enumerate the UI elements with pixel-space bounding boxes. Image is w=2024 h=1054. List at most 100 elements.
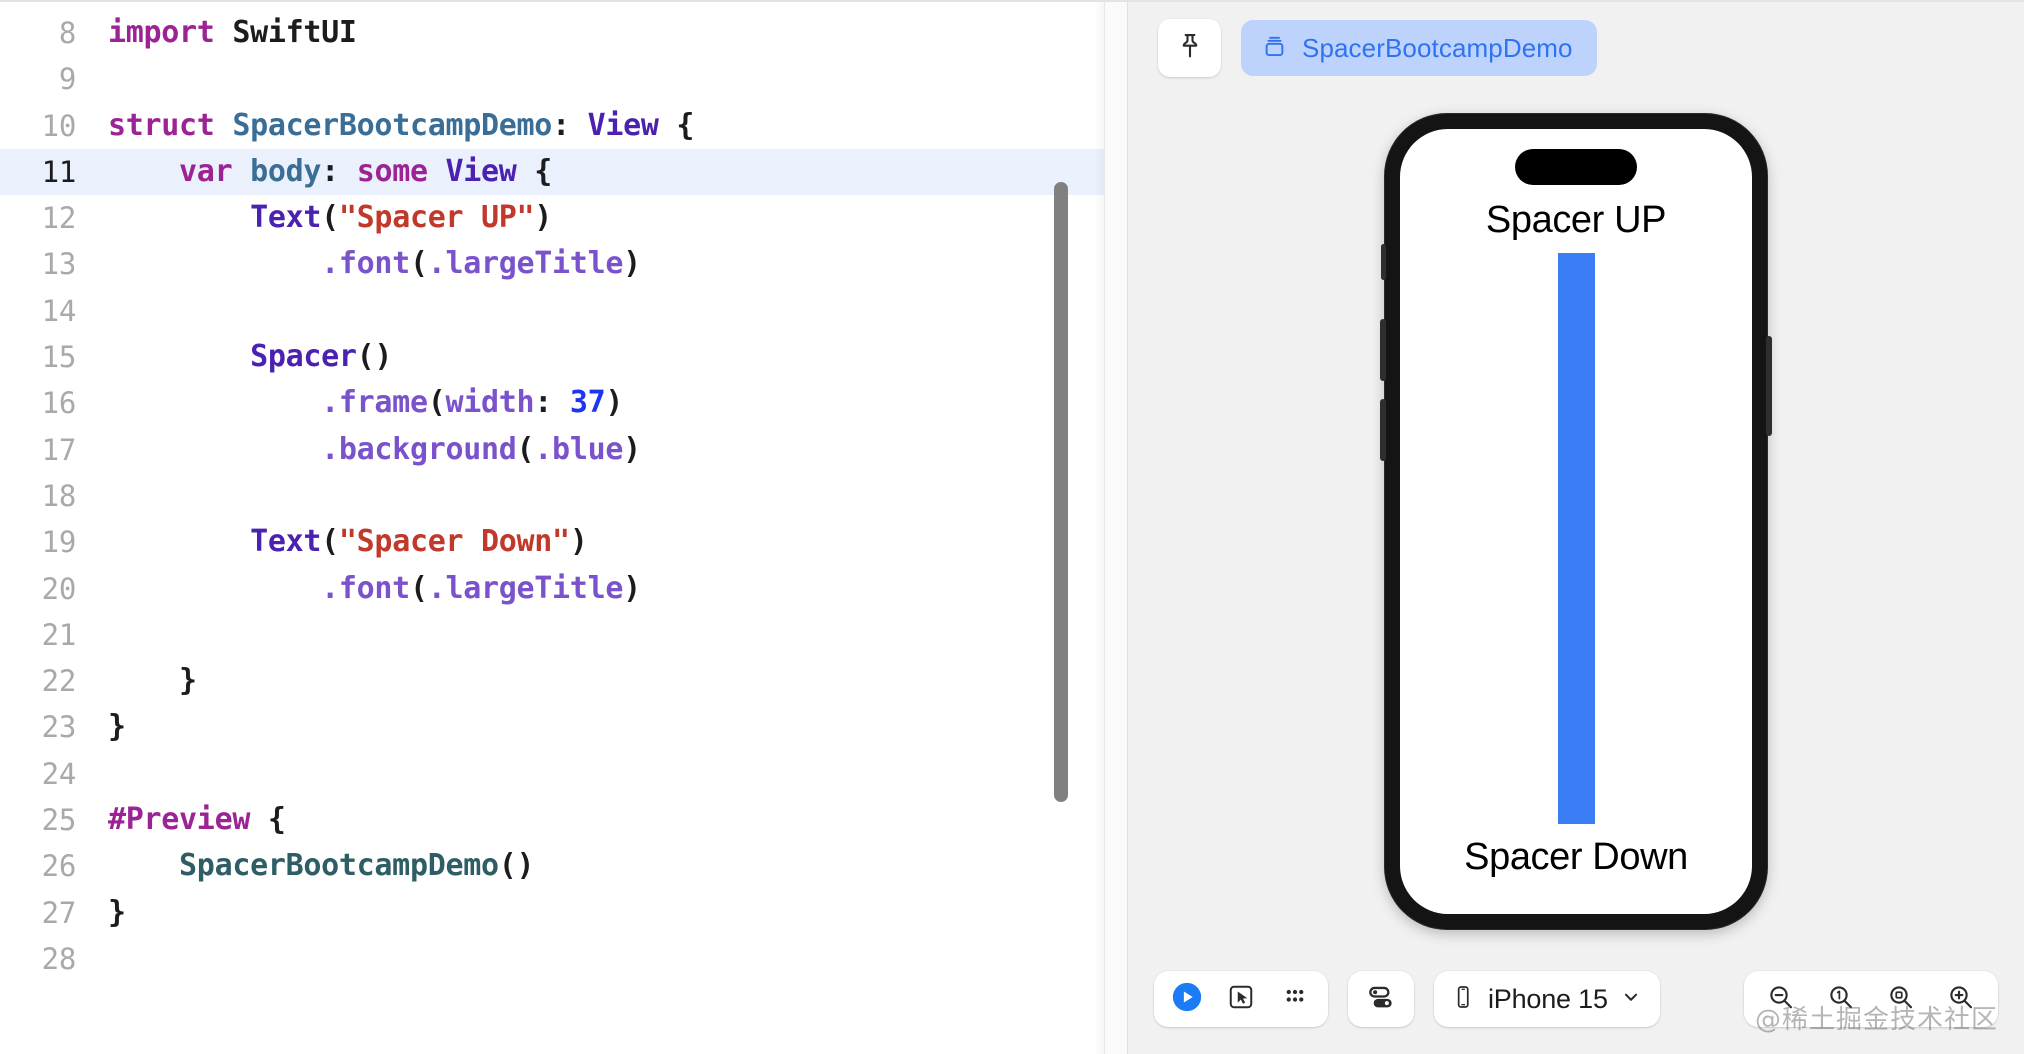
code-line[interactable]: 28	[0, 936, 1104, 982]
code-line-text: #Preview {	[108, 797, 286, 843]
code-line[interactable]: 21	[0, 612, 1104, 658]
device-settings-group	[1348, 971, 1414, 1027]
editor-edge-shadow	[1094, 2, 1104, 1054]
code-line[interactable]: 17 .background(.blue)	[0, 427, 1104, 473]
line-number: 10	[41, 108, 77, 143]
code-token: :	[534, 385, 570, 421]
code-token: (	[321, 524, 339, 560]
code-token: ()	[498, 848, 535, 884]
code-token: }	[108, 709, 126, 745]
line-number: 8	[58, 16, 76, 50]
code-token: (	[409, 246, 428, 282]
pin-preview-button[interactable]	[1158, 19, 1221, 77]
zoom-controls-group	[1744, 971, 1998, 1027]
pointer-select-icon	[1226, 982, 1256, 1017]
code-line[interactable]: 15 Spacer()	[0, 334, 1104, 380]
code-line[interactable]: 13 .font(.largeTitle)	[0, 241, 1104, 287]
line-number: 25	[41, 803, 77, 838]
zoom-actual-size-button[interactable]	[1814, 972, 1868, 1026]
preview-mode-group	[1154, 971, 1328, 1027]
code-line[interactable]: 10 struct SpacerBootcampDemo: View {	[0, 103, 1104, 149]
line-number: 19	[41, 525, 77, 560]
code-token: Text	[250, 200, 322, 236]
chevron-down-icon	[1620, 986, 1642, 1013]
code-token: )	[605, 385, 624, 421]
variants-button[interactable]	[1268, 972, 1322, 1026]
code-token: (	[516, 431, 535, 467]
zoom-in-button[interactable]	[1934, 972, 1988, 1026]
zoom-to-fit-button[interactable]	[1874, 972, 1928, 1026]
code-token: }	[108, 663, 197, 699]
code-token: "Spacer UP"	[338, 200, 535, 236]
code-token: )	[623, 431, 641, 467]
zoom-actual-icon	[1826, 982, 1856, 1017]
zoom-out-button[interactable]	[1754, 972, 1808, 1026]
rendered-swiftui-view: Spacer UP Spacer Down	[1400, 129, 1752, 914]
volume-down-button[interactable]	[1380, 399, 1386, 461]
code-line-text: .font(.largeTitle)	[108, 241, 641, 287]
line-number: 16	[41, 386, 77, 421]
code-token: .font	[321, 570, 410, 606]
code-line[interactable]: 25 #Preview {	[0, 797, 1104, 843]
code-line[interactable]: 8 import SwiftUI	[0, 10, 1104, 56]
line-number: 20	[41, 571, 77, 606]
line-number: 17	[41, 432, 77, 467]
code-token: .largeTitle	[427, 570, 624, 606]
preview-device-wrapper: Spacer UP Spacer Down	[1128, 114, 2024, 929]
code-token: {	[516, 153, 553, 189]
editor-scrollbar-track[interactable]	[1054, 10, 1088, 1050]
code-line[interactable]: 26 SpacerBootcampDemo()	[0, 843, 1104, 889]
code-line[interactable]: 18	[0, 473, 1104, 519]
code-token: .font	[321, 246, 410, 282]
selectable-mode-button[interactable]	[1214, 972, 1268, 1026]
code-line[interactable]: 14	[0, 288, 1104, 334]
code-line[interactable]: 16 .frame(width: 37)	[0, 380, 1104, 426]
line-number: 22	[41, 664, 77, 699]
line-number: 21	[41, 617, 77, 652]
code-line[interactable]: 23}	[0, 704, 1104, 750]
preview-stack-icon	[1261, 32, 1288, 64]
code-token: .largeTitle	[427, 246, 624, 282]
code-token: (	[427, 385, 446, 421]
preview-tab-spacerbootcampdemo[interactable]: SpacerBootcampDemo	[1241, 20, 1597, 76]
volume-up-button[interactable]	[1380, 319, 1386, 381]
line-number: 24	[41, 756, 77, 791]
code-line[interactable]: 22 }	[0, 658, 1104, 704]
code-editor[interactable]: 8 import SwiftUI 9 10 struct SpacerBootcampD…	[0, 2, 1104, 1054]
code-line[interactable]: 24	[0, 751, 1104, 797]
code-line[interactable]: 27}	[0, 890, 1104, 936]
code-line[interactable]: 20 .font(.largeTitle)	[0, 566, 1104, 612]
line-number: 26	[41, 849, 77, 884]
source-editor-pane: 8 import SwiftUI 9 10 struct SpacerBootcampD…	[0, 0, 1104, 1054]
code-line[interactable]: 11 var body: some View {	[0, 148, 1104, 196]
silent-switch-button[interactable]	[1381, 244, 1386, 280]
code-token: {	[250, 802, 286, 838]
variants-grid-icon	[1280, 982, 1310, 1017]
code-token: (	[321, 200, 339, 236]
code-token: SwiftUI	[232, 15, 357, 50]
code-line[interactable]: 12 Text("Spacer UP")	[0, 195, 1104, 241]
power-button[interactable]	[1766, 336, 1772, 436]
iphone-15-frame[interactable]: Spacer UP Spacer Down	[1380, 114, 1772, 929]
editor-scrollbar-thumb[interactable]	[1054, 182, 1068, 802]
code-line[interactable]: 19 Text("Spacer Down")	[0, 519, 1104, 565]
pane-divider[interactable]	[1104, 0, 1128, 1054]
code-line[interactable]: 9	[0, 56, 1104, 102]
code-line-text: }	[108, 890, 126, 936]
device-settings-button[interactable]	[1354, 972, 1408, 1026]
line-number: 15	[41, 340, 77, 375]
code-token: Spacer	[250, 339, 357, 375]
device-picker-button[interactable]: iPhone 15	[1434, 971, 1660, 1027]
code-token: )	[534, 200, 553, 236]
run-preview-button[interactable]	[1160, 972, 1214, 1026]
device-screen[interactable]: Spacer UP Spacer Down	[1400, 129, 1752, 914]
